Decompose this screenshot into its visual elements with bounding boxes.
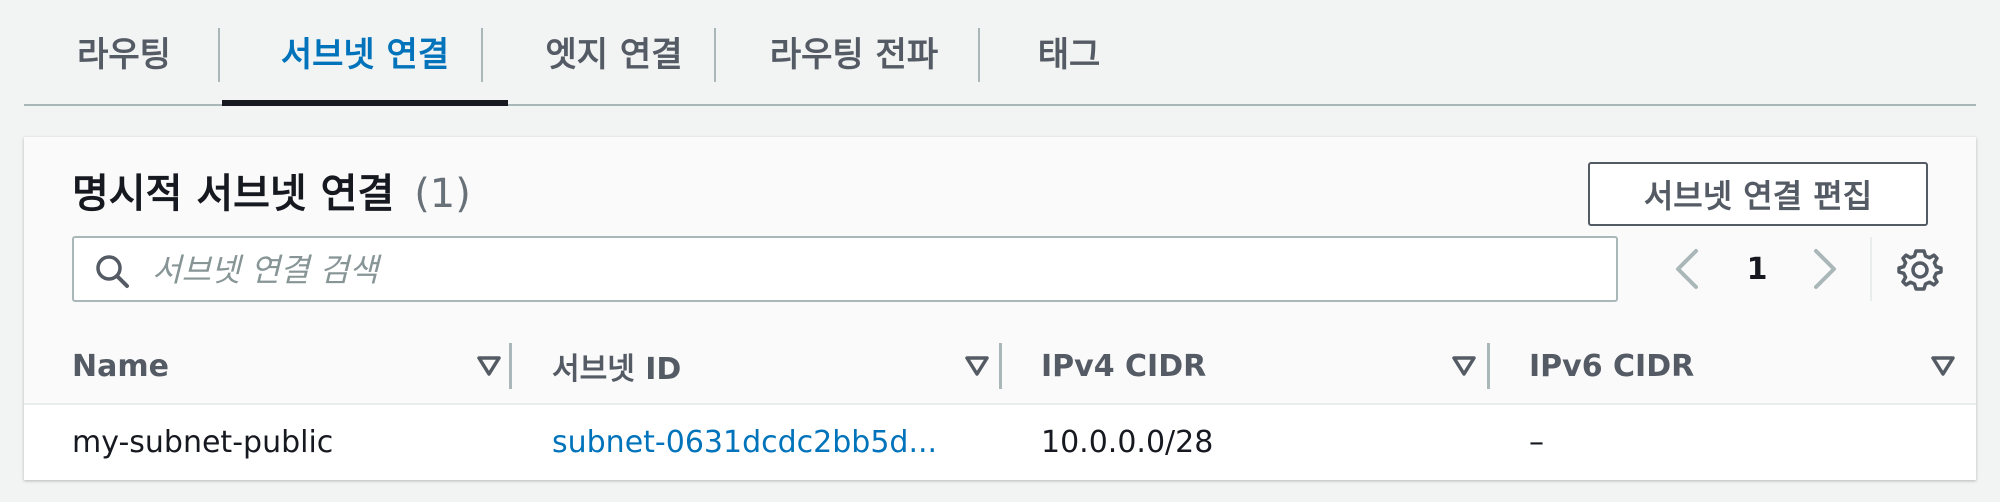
sort-down-icon[interactable] xyxy=(962,351,992,381)
column-header-ipv4-cidr[interactable]: IPv4 CIDR xyxy=(1041,329,1206,403)
table-header: Name 서브넷 ID IPv4 CIDR IPv6 CIDR xyxy=(24,329,1976,405)
sort-down-icon[interactable] xyxy=(1928,351,1958,381)
column-resizer[interactable] xyxy=(999,343,1002,389)
column-header-ipv6-cidr[interactable]: IPv6 CIDR xyxy=(1529,329,1694,403)
sort-down-icon[interactable] xyxy=(1449,351,1479,381)
tab-divider xyxy=(978,28,980,82)
tab-route-propagation[interactable]: 라우팅 전파 xyxy=(744,0,964,102)
sort-down-icon[interactable] xyxy=(474,351,504,381)
tab-divider xyxy=(481,28,483,82)
gear-icon[interactable] xyxy=(1896,245,1944,293)
cell-ipv6-cidr: – xyxy=(1529,424,1544,460)
tab-bar: 라우팅 서브넷 연결 엣지 연결 라우팅 전파 태그 xyxy=(24,0,1976,106)
tab-tags[interactable]: 태그 xyxy=(1014,0,1124,102)
chevron-left-icon[interactable] xyxy=(1664,243,1712,295)
active-tab-indicator xyxy=(222,100,508,106)
current-page-number[interactable]: 1 xyxy=(1734,245,1780,293)
column-header-subnet-id[interactable]: 서브넷 ID xyxy=(552,329,681,403)
column-resizer[interactable] xyxy=(509,343,512,389)
tab-routes[interactable]: 라우팅 xyxy=(54,0,194,102)
panel-title-text: 명시적 서브넷 연결 xyxy=(72,171,395,217)
search-input[interactable] xyxy=(150,244,1594,296)
tab-edge-associations[interactable]: 엣지 연결 xyxy=(514,0,714,102)
pager-divider xyxy=(1870,237,1872,301)
search-field[interactable] xyxy=(72,236,1618,302)
chevron-right-icon[interactable] xyxy=(1800,243,1848,295)
item-count: (1) xyxy=(414,171,471,217)
tab-divider xyxy=(714,28,716,82)
search-icon xyxy=(96,255,129,288)
tab-subnet-associations[interactable]: 서브넷 연결 xyxy=(222,0,508,102)
column-header-name[interactable]: Name xyxy=(72,329,169,403)
panel-header: 명시적 서브넷 연결 (1) 서브넷 연결 편집 1 xyxy=(24,137,1976,330)
table-row: my-subnet-public subnet-0631dcdc2bb5d...… xyxy=(24,405,1976,479)
tab-divider xyxy=(218,28,220,82)
column-resizer[interactable] xyxy=(1487,343,1490,389)
panel-title: 명시적 서브넷 연결 (1) xyxy=(72,161,471,219)
subnet-id-link[interactable]: subnet-0631dcdc2bb5d... xyxy=(552,405,937,479)
cell-ipv4-cidr: 10.0.0.0/28 xyxy=(1041,424,1214,460)
cell-name: my-subnet-public xyxy=(72,424,334,460)
edit-subnet-associations-button[interactable]: 서브넷 연결 편집 xyxy=(1588,162,1928,226)
subnet-associations-panel: 명시적 서브넷 연결 (1) 서브넷 연결 편집 1 Name xyxy=(24,137,1976,480)
